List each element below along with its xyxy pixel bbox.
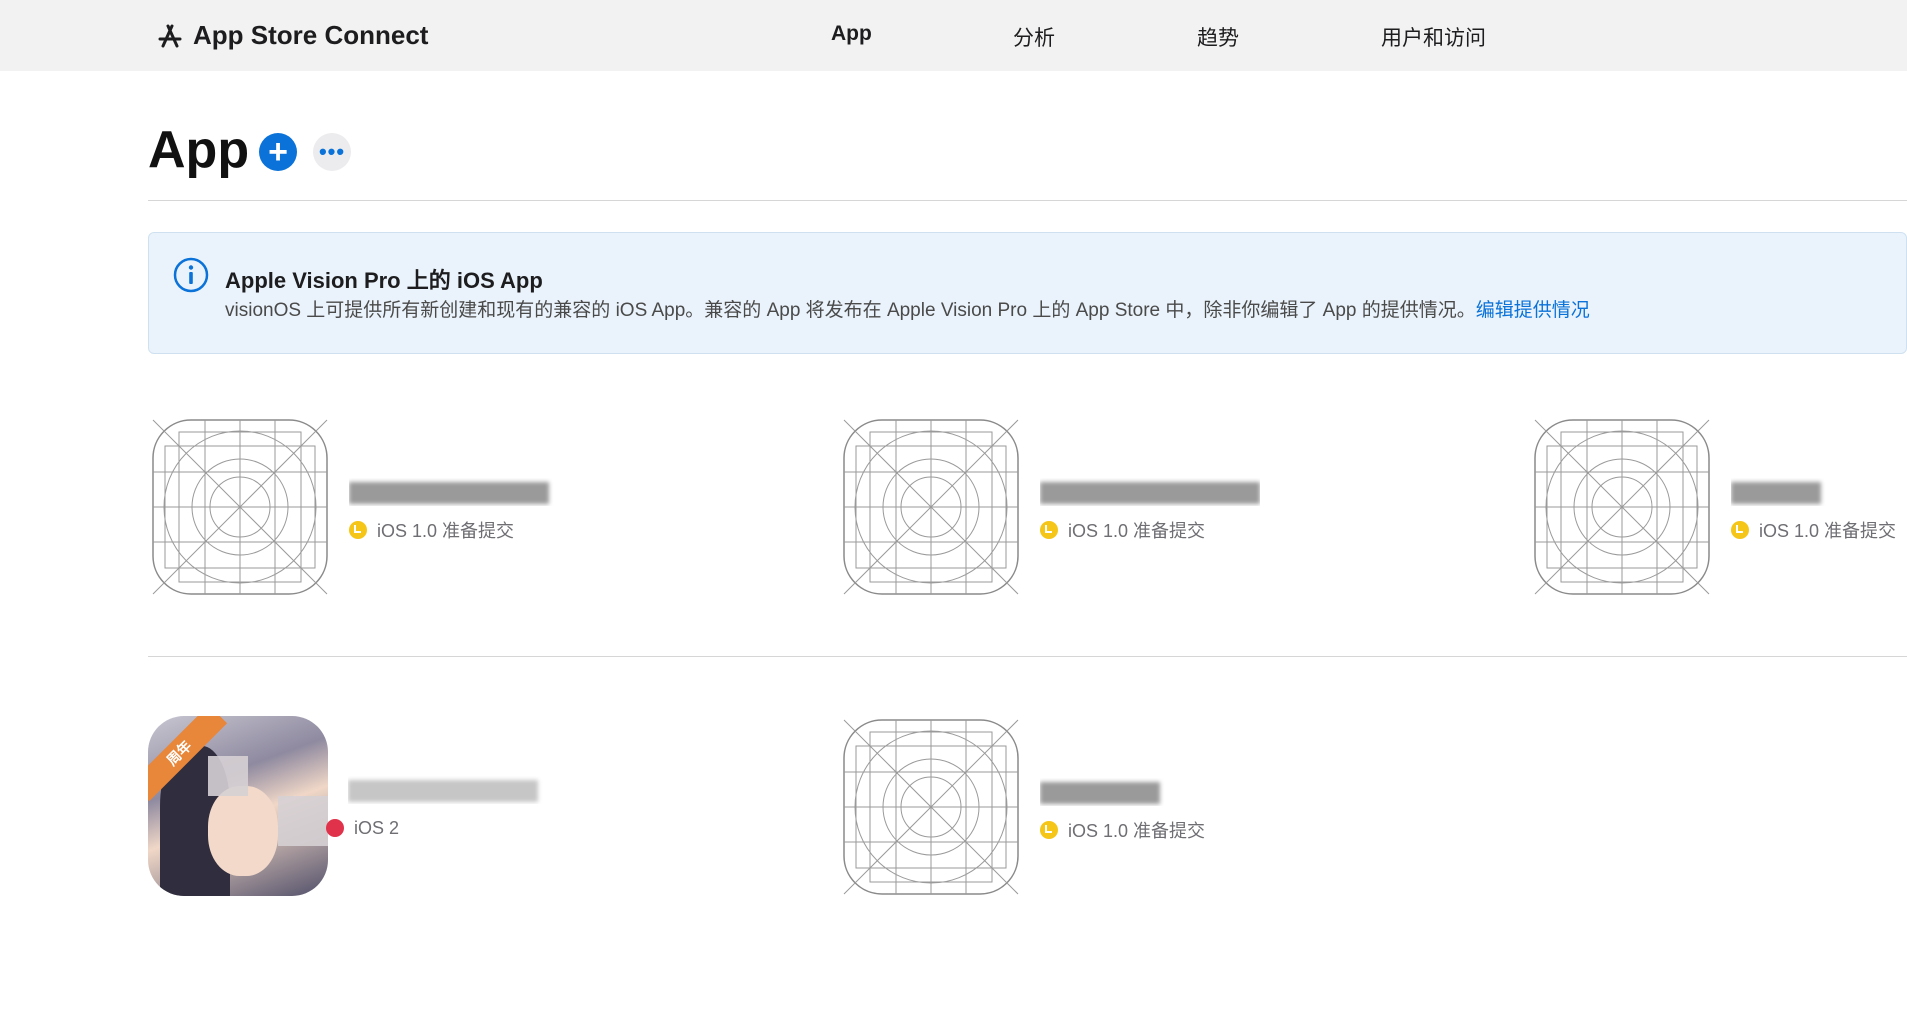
app-status: iOS 1.0 准备提交 (1040, 818, 1205, 842)
ellipsis-icon: ••• (318, 139, 346, 164)
pending-status-icon (1040, 821, 1058, 839)
app-status: iOS 1.0 准备提交 (1040, 518, 1205, 542)
app-card[interactable]: 周年 iOS 2 (148, 716, 808, 896)
app-name-redacted (1040, 778, 1180, 806)
app-status: iOS 2 (326, 816, 399, 840)
more-options-button[interactable]: ••• (313, 133, 351, 171)
app-name-redacted (1731, 478, 1831, 506)
banner-body-text: visionOS 上可提供所有新创建和现有的兼容的 iOS App。兼容的 Ap… (225, 300, 1476, 321)
plus-icon: + (268, 133, 288, 171)
add-app-button[interactable]: + (259, 133, 297, 171)
header-divider (148, 200, 1907, 201)
app-card[interactable]: iOS 1.0 准备提交 (1533, 418, 1907, 598)
app-status: iOS 1.0 准备提交 (349, 518, 514, 542)
app-name-redacted (1040, 478, 1260, 506)
app-store-icon (158, 24, 182, 48)
row-divider (148, 656, 1907, 657)
brand-title: App Store Connect (193, 19, 429, 50)
top-navigation-bar: App Store Connect App 分析 趋势 用户和访问 (0, 0, 1907, 71)
banner-title: Apple Vision Pro 上的 iOS App (225, 268, 543, 293)
app-card[interactable]: iOS 1.0 准备提交 (151, 418, 811, 598)
app-store-connect-logo[interactable]: App Store Connect (155, 18, 428, 52)
edit-availability-link[interactable]: 编辑提供情况 (1476, 300, 1590, 321)
banner-body: visionOS 上可提供所有新创建和现有的兼容的 iOS App。兼容的 Ap… (225, 295, 1590, 322)
app-name-redacted (349, 478, 569, 506)
app-status-text: iOS 2 (354, 817, 400, 838)
info-icon (173, 257, 209, 293)
app-status-text: iOS 1.0 准备提交 (1759, 521, 1897, 541)
pending-status-icon (349, 521, 367, 539)
app-card[interactable]: iOS 1.0 准备提交 (842, 718, 1502, 898)
app-placeholder-icon (843, 419, 1019, 595)
nav-item-analytics[interactable]: 分析 (1013, 22, 1055, 52)
app-artwork-icon: 周年 (148, 716, 328, 896)
app-placeholder-icon (843, 719, 1019, 895)
nav-item-trends[interactable]: 趋势 (1197, 22, 1239, 52)
app-card[interactable]: iOS 1.0 准备提交 (842, 418, 1502, 598)
page-title: App (148, 121, 250, 179)
app-status: iOS 1.0 准备提交 (1731, 518, 1896, 542)
rejected-status-icon (326, 819, 344, 837)
app-status-text: iOS 1.0 准备提交 (1068, 521, 1206, 541)
nav-item-users-and-access[interactable]: 用户和访问 (1381, 22, 1486, 52)
app-name-redacted (348, 776, 568, 804)
vision-pro-info-banner: Apple Vision Pro 上的 iOS App visionOS 上可提… (148, 232, 1907, 354)
app-status-text: iOS 1.0 准备提交 (377, 521, 515, 541)
app-status-text: iOS 1.0 准备提交 (1068, 821, 1206, 841)
pending-status-icon (1731, 521, 1749, 539)
pending-status-icon (1040, 521, 1058, 539)
nav-item-app[interactable]: App (831, 22, 872, 46)
app-placeholder-icon (152, 419, 328, 595)
app-placeholder-icon (1534, 419, 1710, 595)
